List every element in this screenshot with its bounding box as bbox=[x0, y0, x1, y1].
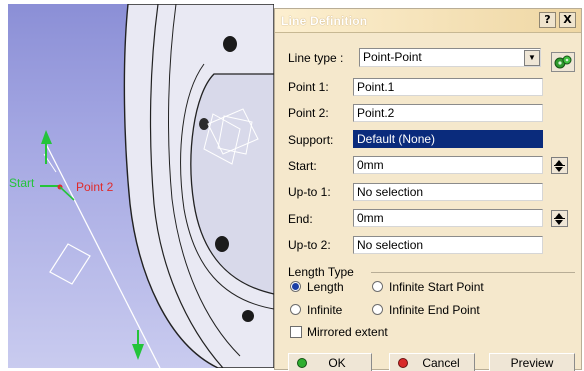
spin-divider bbox=[554, 165, 565, 166]
spin-divider bbox=[554, 218, 565, 219]
part-geometry bbox=[40, 4, 274, 368]
infinite-start-point-radio[interactable] bbox=[372, 281, 383, 292]
mirrored-extent-checkbox[interactable] bbox=[290, 326, 302, 338]
dialog-title: Line Definition bbox=[281, 14, 368, 28]
point-2-label: Point 2 bbox=[76, 180, 114, 194]
ok-button[interactable]: OK bbox=[288, 353, 372, 371]
length-option-label[interactable]: Length bbox=[307, 280, 344, 294]
infinite-end-point-label[interactable]: Infinite End Point bbox=[389, 303, 480, 317]
start-label: Start: bbox=[288, 159, 317, 173]
spin-down-icon[interactable] bbox=[555, 167, 563, 172]
end-spinner[interactable] bbox=[551, 210, 568, 227]
length-radio[interactable] bbox=[290, 281, 301, 292]
line-definition-dialog: Line Definition ? X Line type : Point-Po… bbox=[274, 8, 582, 371]
spin-down-icon[interactable] bbox=[555, 220, 563, 225]
end-field[interactable]: 0mm bbox=[353, 209, 543, 227]
support-field[interactable]: Default (None) bbox=[353, 130, 543, 148]
support-label: Support: bbox=[288, 133, 334, 147]
start-spinner[interactable] bbox=[551, 157, 568, 174]
point-2-field[interactable]: Point.2 bbox=[353, 104, 543, 122]
start-point-label: Start bbox=[9, 176, 35, 190]
infinite-start-point-label[interactable]: Infinite Start Point bbox=[389, 280, 484, 294]
point-1-label: Point 1: bbox=[288, 80, 329, 94]
ok-label: OK bbox=[328, 356, 346, 370]
point-2-label-field: Point 2: bbox=[288, 106, 329, 120]
up-to-1-field[interactable]: No selection bbox=[353, 183, 543, 201]
red-dot-icon bbox=[398, 358, 408, 368]
chevron-down-icon[interactable]: ▼ bbox=[524, 50, 540, 66]
infinite-option-label[interactable]: Infinite bbox=[307, 303, 342, 317]
3d-viewport[interactable]: Start Point 2 bbox=[8, 4, 274, 368]
infinite-radio[interactable] bbox=[290, 304, 301, 315]
group-divider bbox=[371, 272, 575, 273]
line-type-value: Point-Point bbox=[363, 50, 422, 64]
preview-button[interactable]: Preview bbox=[489, 353, 575, 371]
mirrored-extent-label[interactable]: Mirrored extent bbox=[307, 325, 388, 339]
close-button[interactable]: X bbox=[559, 12, 576, 28]
help-button[interactable]: ? bbox=[539, 12, 556, 28]
cancel-label: Cancel bbox=[422, 356, 460, 370]
start-field[interactable]: 0mm bbox=[353, 156, 543, 174]
gears-icon bbox=[554, 55, 572, 69]
dialog-titlebar[interactable]: Line Definition ? X bbox=[275, 9, 581, 33]
green-dot-icon bbox=[297, 358, 307, 368]
length-type-title: Length Type bbox=[288, 265, 354, 279]
line-type-label: Line type : bbox=[288, 51, 344, 65]
point-1-field[interactable]: Point.1 bbox=[353, 78, 543, 96]
line-type-select[interactable]: Point-Point bbox=[359, 48, 541, 67]
end-label: End: bbox=[288, 212, 313, 226]
up-to-2-field[interactable]: No selection bbox=[353, 236, 543, 254]
line-type-action-button[interactable] bbox=[551, 52, 575, 72]
up-to-2-label: Up-to 2: bbox=[288, 238, 331, 252]
cancel-button[interactable]: Cancel bbox=[389, 353, 475, 371]
up-to-1-label: Up-to 1: bbox=[288, 185, 331, 199]
infinite-end-point-radio[interactable] bbox=[372, 304, 383, 315]
